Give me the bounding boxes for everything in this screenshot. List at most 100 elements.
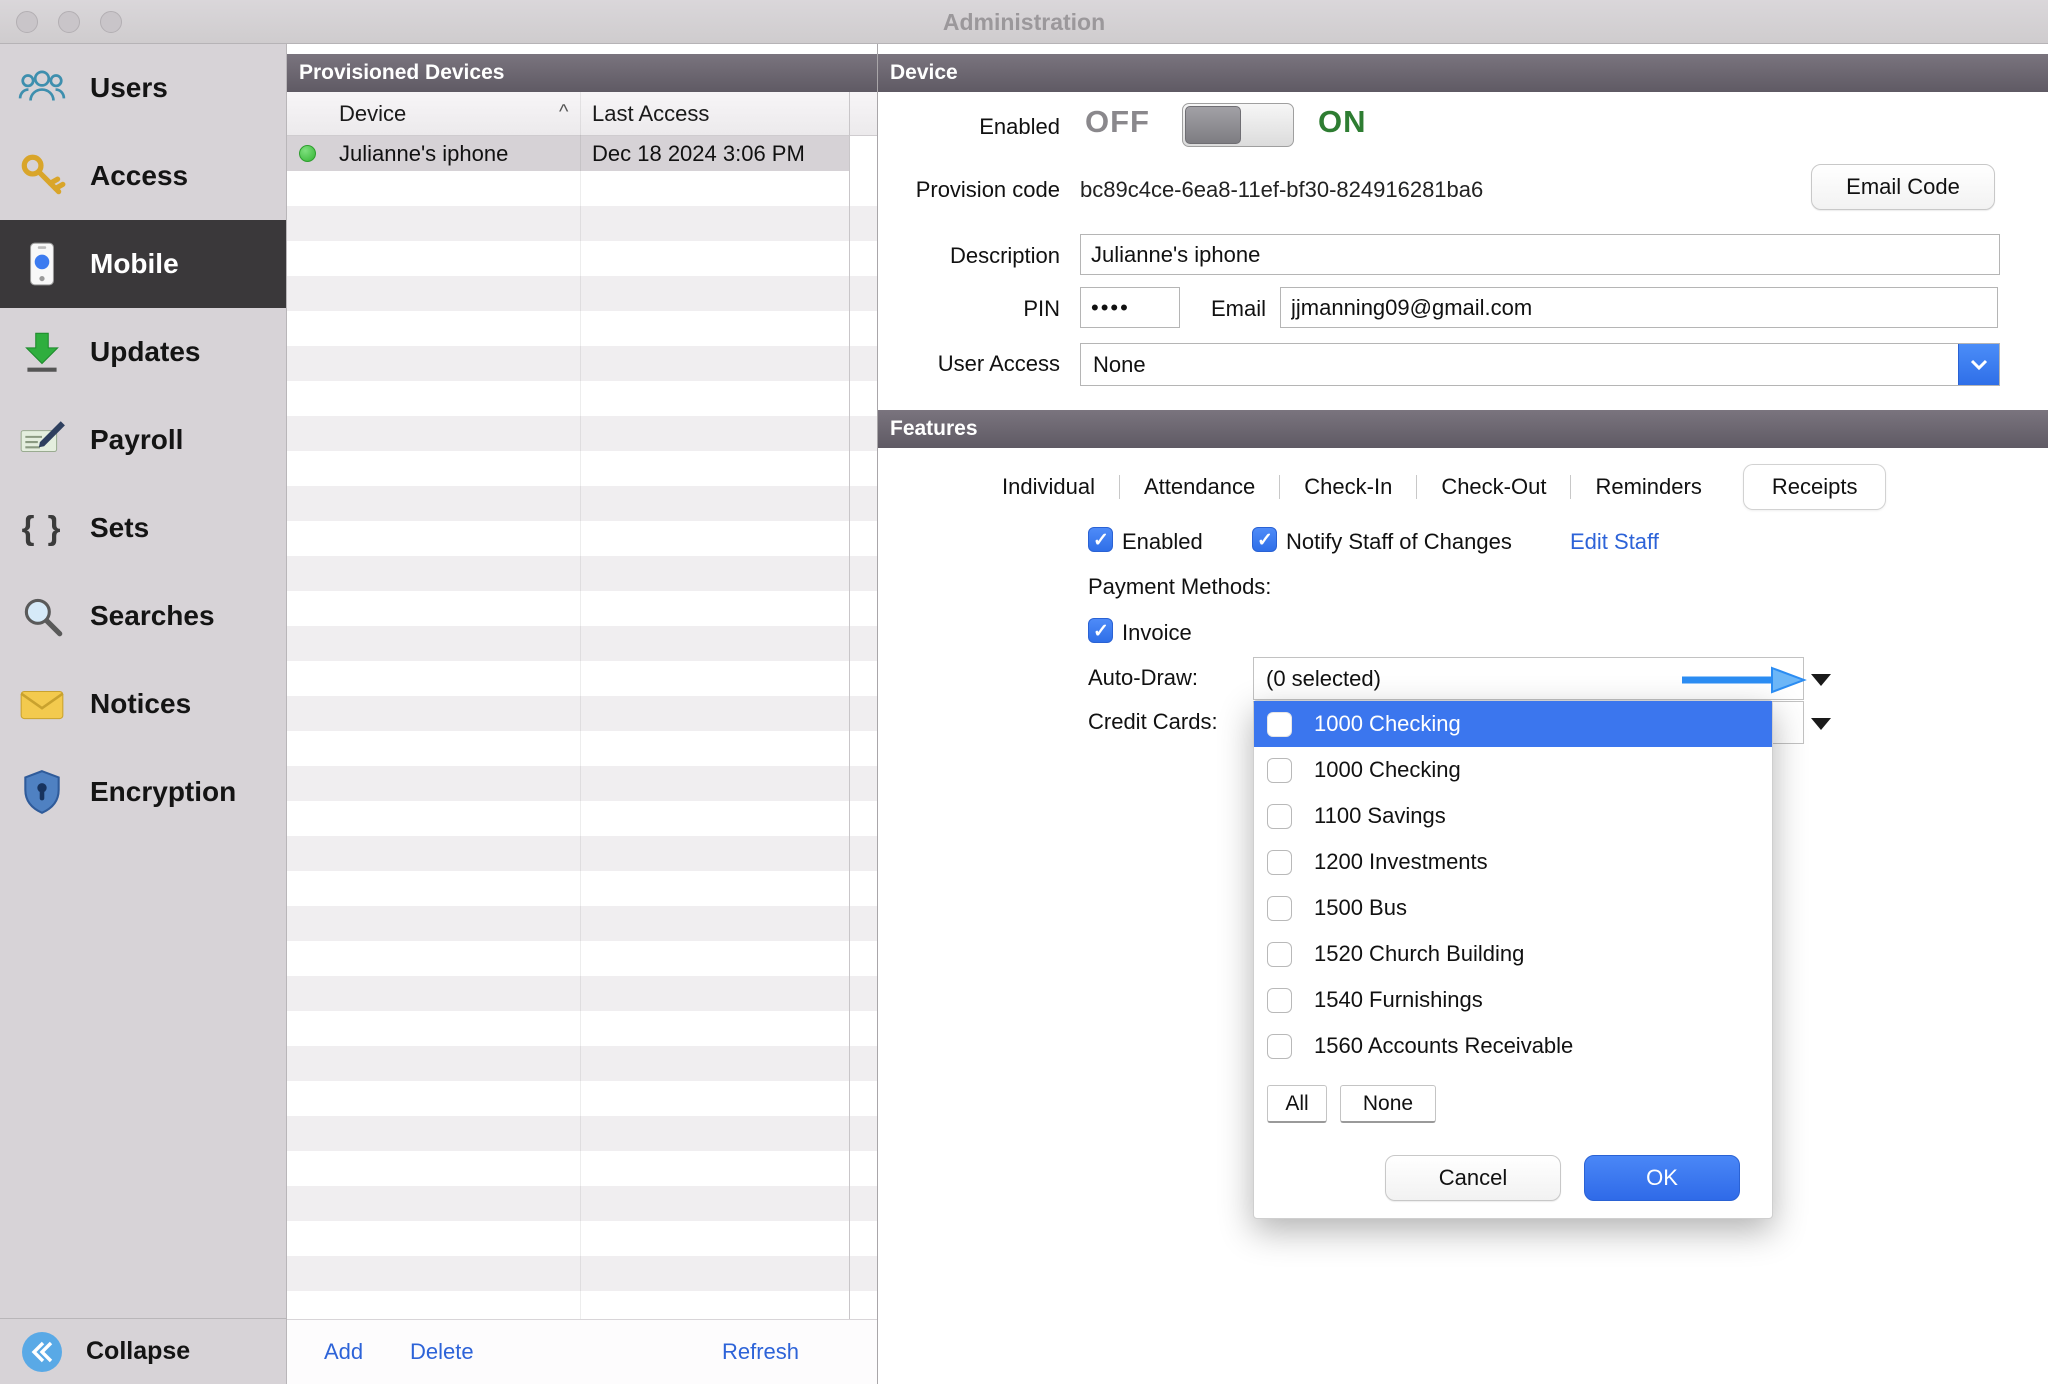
delete-device-button[interactable]: Delete (410, 1339, 474, 1365)
account-label: 1500 Bus (1314, 895, 1407, 921)
sidebar-item-label: Encryption (90, 776, 236, 808)
collapse-chevrons-icon (16, 1326, 68, 1378)
column-header-device[interactable]: Device (339, 101, 406, 127)
auto-draw-dropdown-arrow-icon[interactable] (1811, 674, 1831, 686)
sort-ascending-icon (559, 101, 568, 124)
sidebar-item-updates[interactable]: Updates (0, 308, 286, 396)
braces-icon (16, 502, 68, 554)
tab-individual[interactable]: Individual (978, 465, 1119, 509)
user-access-dropdown[interactable]: None (1080, 343, 2000, 386)
user-access-value: None (1093, 352, 1146, 378)
user-access-dropdown-button[interactable] (1958, 344, 1999, 385)
email-code-button[interactable]: Email Code (1811, 164, 1995, 210)
description-field[interactable] (1080, 234, 2000, 275)
cancel-button[interactable]: Cancel (1385, 1155, 1561, 1201)
invoice-checkbox[interactable] (1088, 618, 1113, 643)
last-access-cell: Dec 18 2024 3:06 PM (592, 141, 805, 167)
sidebar-item-encryption[interactable]: Encryption (0, 748, 286, 836)
enabled-checkbox[interactable] (1088, 527, 1113, 552)
notify-staff-checkbox[interactable] (1252, 527, 1277, 552)
account-label: 1100 Savings (1314, 803, 1446, 829)
device-name-cell: Julianne's iphone (339, 141, 508, 167)
pin-field[interactable] (1080, 287, 1180, 328)
device-table-actions: Add Delete Refresh (287, 1319, 877, 1384)
tab-check-in[interactable]: Check-In (1280, 465, 1416, 509)
account-checkbox[interactable] (1267, 804, 1292, 829)
empty-table-rows (287, 171, 877, 1319)
account-label: 1520 Church Building (1314, 941, 1524, 967)
refresh-devices-button[interactable]: Refresh (722, 1339, 799, 1365)
account-checkbox[interactable] (1267, 850, 1292, 875)
account-checkbox[interactable] (1267, 712, 1292, 737)
tab-attendance[interactable]: Attendance (1120, 465, 1279, 509)
tab-receipts[interactable]: Receipts (1744, 465, 1886, 509)
account-list-item[interactable]: 1200 Investments (1254, 839, 1772, 885)
account-checkbox[interactable] (1267, 942, 1292, 967)
sidebar-item-searches[interactable]: Searches (0, 572, 286, 660)
provisioned-devices-panel: Provisioned Devices Device Last Access J… (287, 44, 878, 1384)
email-field[interactable] (1280, 287, 1998, 328)
select-all-button[interactable]: All (1267, 1085, 1327, 1123)
envelope-icon (16, 678, 68, 730)
account-list-item[interactable]: 1500 Bus (1254, 885, 1772, 931)
account-checkbox[interactable] (1267, 896, 1292, 921)
shield-lock-icon (16, 766, 68, 818)
key-icon (16, 150, 68, 202)
credit-cards-label: Credit Cards: (1088, 709, 1218, 735)
pointer-arrow-annotation (1678, 666, 1808, 694)
sidebar-item-payroll[interactable]: Payroll (0, 396, 286, 484)
provisioned-devices-header: Provisioned Devices (287, 54, 877, 92)
users-icon (16, 62, 68, 114)
column-header-last-access[interactable]: Last Access (592, 101, 709, 127)
account-list-item[interactable]: 1000 Checking (1254, 747, 1772, 793)
account-list-item[interactable]: 1100 Savings (1254, 793, 1772, 839)
payment-methods-label: Payment Methods: (1088, 574, 1271, 600)
sidebar-item-label: Mobile (90, 248, 179, 280)
sidebar-item-access[interactable]: Access (0, 132, 286, 220)
toggle-off-label: OFF (1085, 104, 1150, 140)
account-list-item[interactable]: 1540 Furnishings (1254, 977, 1772, 1023)
account-label: 1200 Investments (1314, 849, 1488, 875)
provision-code-value: bc89c4ce-6ea8-11ef-bf30-824916281ba6 (1080, 177, 1483, 203)
credit-cards-dropdown-arrow-icon[interactable] (1811, 718, 1831, 730)
sidebar-item-users[interactable]: Users (0, 44, 286, 132)
toggle-knob[interactable] (1185, 106, 1241, 144)
sidebar-item-label: Users (90, 72, 168, 104)
sidebar-item-label: Access (90, 160, 188, 192)
scrollbar-track-divider (849, 92, 850, 1319)
edit-staff-link[interactable]: Edit Staff (1570, 529, 1659, 555)
sidebar-item-label: Payroll (90, 424, 183, 456)
auto-draw-label: Auto-Draw: (1088, 665, 1198, 691)
add-device-button[interactable]: Add (324, 1339, 363, 1365)
account-label: 1000 Checking (1314, 757, 1461, 783)
invoice-checkbox-label: Invoice (1122, 620, 1192, 646)
mobile-icon (16, 238, 68, 290)
account-checkbox[interactable] (1267, 758, 1292, 783)
device-section-header: Device (878, 54, 2048, 92)
device-table-row[interactable]: Julianne's iphone Dec 18 2024 3:06 PM (287, 136, 849, 171)
select-none-button[interactable]: None (1340, 1085, 1436, 1123)
tab-reminders[interactable]: Reminders (1571, 465, 1725, 509)
enabled-checkbox-label: Enabled (1122, 529, 1203, 555)
device-table-header: Device Last Access (287, 92, 877, 136)
account-checkbox[interactable] (1267, 988, 1292, 1013)
enabled-toggle[interactable] (1182, 103, 1294, 147)
column-divider (580, 92, 581, 1319)
account-list-item[interactable]: 1000 Checking (1254, 701, 1772, 747)
sidebar-item-label: Notices (90, 688, 191, 720)
account-list-item[interactable]: 1560 Accounts Receivable (1254, 1023, 1772, 1069)
ok-button[interactable]: OK (1584, 1155, 1740, 1201)
description-label: Description (878, 243, 1060, 269)
account-checkbox[interactable] (1267, 1034, 1292, 1059)
tab-check-out[interactable]: Check-Out (1417, 465, 1570, 509)
sidebar-item-sets[interactable]: Sets (0, 484, 286, 572)
online-status-icon (299, 145, 316, 162)
user-access-label: User Access (878, 351, 1060, 377)
sidebar-item-notices[interactable]: Notices (0, 660, 286, 748)
sidebar-item-mobile[interactable]: Mobile (0, 220, 286, 308)
sidebar-collapse-button[interactable]: Collapse (0, 1318, 286, 1384)
auto-draw-value: (0 selected) (1266, 666, 1381, 692)
account-list-item[interactable]: 1520 Church Building (1254, 931, 1772, 977)
features-tabs: Individual Attendance Check-In Check-Out… (978, 464, 1885, 510)
email-label: Email (1178, 296, 1266, 322)
